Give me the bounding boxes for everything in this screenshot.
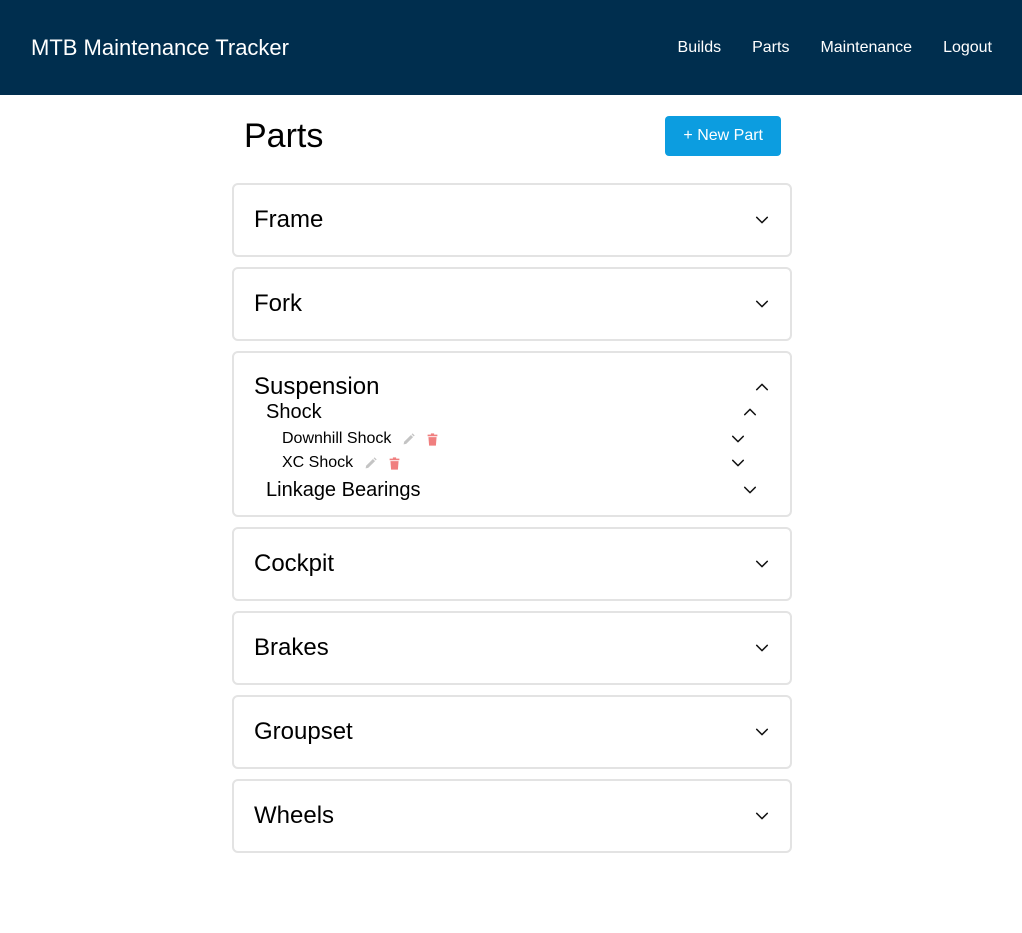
subcategory-title: Linkage Bearings [266, 478, 421, 501]
category-wheels: Wheels [232, 779, 792, 853]
category-suspension: Suspension Shock Downhill Shock XC Shock [232, 351, 792, 517]
chevron-down-icon[interactable] [730, 431, 746, 447]
part-item-left: XC Shock [282, 454, 401, 472]
subcategory-linkage-bearings[interactable]: Linkage Bearings [254, 478, 770, 502]
chevron-down-icon[interactable] [754, 640, 770, 656]
category-frame: Frame [232, 183, 792, 257]
nav-link-logout[interactable]: Logout [943, 39, 992, 57]
category-cockpit: Cockpit [232, 527, 792, 601]
suspension-subcategories: Shock Downhill Shock XC Shock Linkage Be… [254, 397, 770, 515]
top-navbar: MTB Maintenance Tracker Builds Parts Mai… [0, 0, 1022, 95]
part-item-left: Downhill Shock [282, 430, 439, 448]
app-brand[interactable]: MTB Maintenance Tracker [31, 35, 289, 61]
category-header-fork[interactable]: Fork [254, 269, 770, 339]
chevron-down-icon[interactable] [754, 212, 770, 228]
category-groupset: Groupset [232, 695, 792, 769]
subcategory-title: Shock [266, 400, 322, 423]
nav-link-builds[interactable]: Builds [678, 39, 722, 57]
category-header-wheels[interactable]: Wheels [254, 781, 770, 851]
category-title: Wheels [254, 802, 335, 829]
category-header-brakes[interactable]: Brakes [254, 613, 770, 683]
category-header-frame[interactable]: Frame [254, 185, 770, 255]
chevron-down-icon[interactable] [754, 296, 770, 312]
part-item-xc-shock[interactable]: XC Shock [254, 451, 770, 475]
nav-links: Builds Parts Maintenance Logout [678, 39, 992, 57]
chevron-down-icon[interactable] [754, 808, 770, 824]
chevron-up-icon[interactable] [754, 379, 770, 395]
trash-icon[interactable] [387, 456, 401, 470]
part-item-downhill-shock[interactable]: Downhill Shock [254, 427, 770, 451]
chevron-down-icon[interactable] [742, 482, 758, 498]
parts-container: Parts + New Part Frame Fork Suspension S… [232, 95, 792, 853]
page-header: Parts + New Part [232, 95, 792, 177]
chevron-down-icon[interactable] [730, 455, 746, 471]
category-title: Suspension [254, 373, 380, 400]
category-brakes: Brakes [232, 611, 792, 685]
subcategory-shock[interactable]: Shock [254, 397, 770, 427]
category-title: Fork [254, 290, 302, 317]
trash-icon[interactable] [425, 432, 439, 446]
category-title: Brakes [254, 634, 329, 661]
nav-link-parts[interactable]: Parts [752, 39, 789, 57]
part-item-title: XC Shock [282, 454, 354, 471]
new-part-button[interactable]: + New Part [665, 116, 781, 156]
page-title: Parts [244, 116, 324, 155]
pencil-icon[interactable] [401, 432, 415, 446]
category-title: Groupset [254, 718, 353, 745]
pencil-icon[interactable] [363, 456, 377, 470]
chevron-down-icon[interactable] [754, 556, 770, 572]
part-item-title: Downhill Shock [282, 430, 392, 447]
chevron-up-icon[interactable] [742, 404, 758, 420]
category-title: Frame [254, 206, 324, 233]
category-header-groupset[interactable]: Groupset [254, 697, 770, 767]
category-title: Cockpit [254, 550, 335, 577]
category-fork: Fork [232, 267, 792, 341]
nav-link-maintenance[interactable]: Maintenance [820, 39, 912, 57]
chevron-down-icon[interactable] [754, 724, 770, 740]
category-header-cockpit[interactable]: Cockpit [254, 529, 770, 599]
